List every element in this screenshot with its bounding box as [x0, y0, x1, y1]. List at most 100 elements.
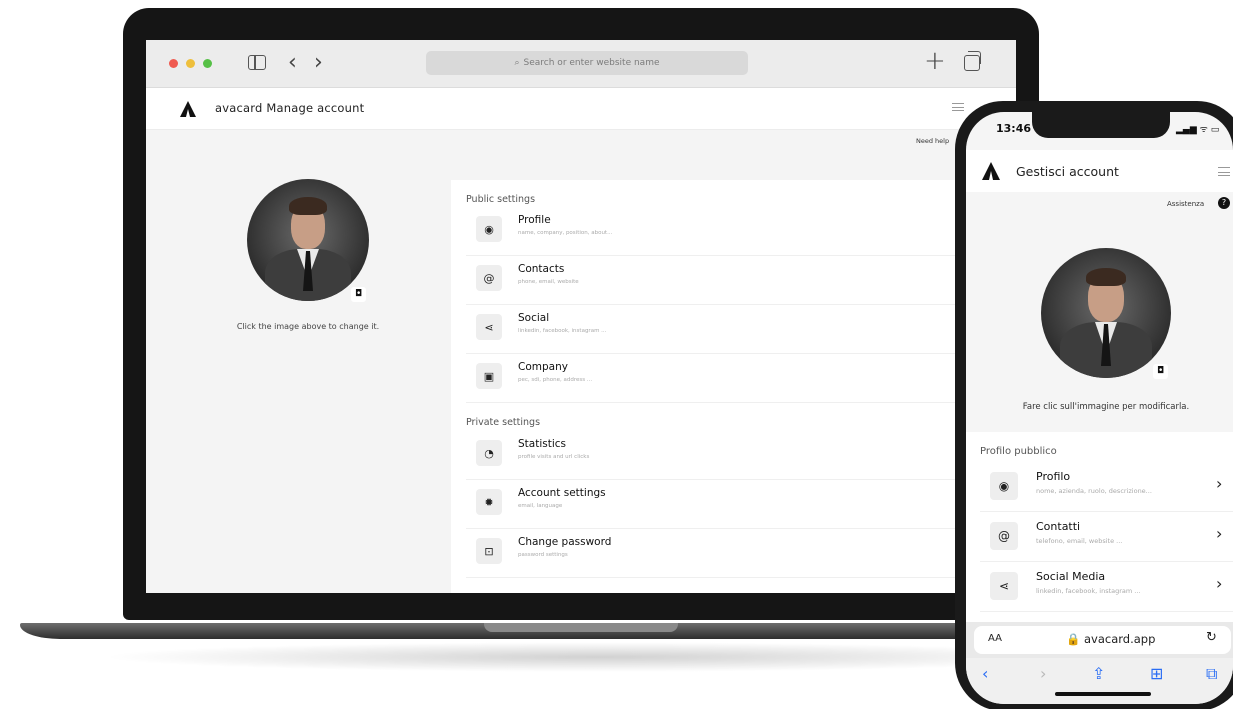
profile-avatar[interactable] — [247, 179, 369, 301]
phone-settings-panel: Profilo pubblico ◉ Profilo nome, azienda… — [966, 432, 1233, 622]
tab-overview-icon[interactable] — [964, 51, 981, 71]
settings-row-account-settings[interactable]: ✹ Account settings email, language › — [466, 481, 1001, 529]
row-title: Change password — [518, 536, 612, 548]
phone-page-title: Gestisci account — [1016, 164, 1119, 179]
settings-row-social-media[interactable]: ⋖ Social Media linkedin, facebook, insta… — [980, 562, 1233, 612]
chevron-right-icon: › — [1216, 474, 1223, 493]
settings-row-contatti[interactable]: @ Contatti telefono, email, website ... … — [980, 512, 1233, 562]
row-subtitle: telefono, email, website ... — [1036, 537, 1123, 545]
back-button[interactable]: ‹ — [288, 50, 297, 75]
maximize-window-button[interactable] — [203, 59, 212, 68]
share-icon: ⋖ — [990, 572, 1018, 600]
row-title: Profilo — [1036, 470, 1071, 483]
help-link[interactable]: Assistenza — [1167, 200, 1204, 208]
at-icon: @ — [476, 265, 502, 291]
tabs-icon[interactable]: ⧉ — [1206, 664, 1217, 684]
user-icon: ◉ — [990, 472, 1018, 500]
row-title: Profile — [518, 214, 551, 226]
camera-glyph: ◘ — [354, 289, 363, 299]
row-subtitle: profile visits and url clicks — [518, 454, 590, 460]
settings-row-statistics[interactable]: ◔ Statistics profile visits and url clic… — [466, 432, 1001, 480]
bookmarks-icon[interactable]: ⊞ — [1150, 664, 1163, 683]
app-header: avacard Manage account — [146, 88, 1016, 130]
settings-row-profile[interactable]: ◉ Profile name, company, position, about… — [466, 208, 1001, 256]
settings-row-change-password[interactable]: ⊡ Change password password settings › — [466, 530, 1001, 578]
avatar-hair — [1086, 268, 1126, 286]
forward-button[interactable]: › — [1040, 664, 1046, 683]
avacard-logo-icon[interactable] — [982, 162, 1000, 180]
laptop-notch — [484, 623, 678, 632]
chart-icon: ◔ — [476, 440, 502, 466]
public-settings-heading: Public settings — [466, 194, 536, 205]
row-subtitle: nome, azienda, ruolo, descrizione... — [1036, 487, 1152, 495]
avatar-hair — [289, 197, 327, 215]
search-icon: ⌕ — [514, 58, 520, 68]
row-title: Contatti — [1036, 520, 1081, 533]
private-settings-heading: Private settings — [466, 417, 541, 428]
minimize-window-button[interactable] — [186, 59, 195, 68]
row-title: Company — [518, 361, 568, 373]
chevron-right-icon: › — [1216, 574, 1223, 593]
row-subtitle: pec, sdi, phone, address ... — [518, 377, 593, 383]
home-indicator — [1055, 692, 1151, 696]
row-subtitle: name, company, position, about... — [518, 230, 613, 236]
public-profile-heading: Profilo pubblico — [980, 446, 1057, 457]
safari-address-bar: AA 🔒 avacard.app ↻ — [966, 622, 1233, 658]
building-icon: ▣ — [476, 363, 502, 389]
change-photo-hint: Click the image above to change it. — [236, 322, 380, 331]
back-button[interactable]: ‹ — [982, 664, 988, 683]
close-window-button[interactable] — [169, 59, 178, 68]
address-bar[interactable]: ⌕ Search or enter website name — [426, 51, 748, 75]
gear-icon: ✹ — [476, 489, 502, 515]
need-help-link[interactable]: Need help — [916, 137, 949, 145]
row-title: Account settings — [518, 487, 606, 499]
camera-glyph: ◘ — [1156, 366, 1165, 376]
menu-icon[interactable] — [952, 103, 964, 111]
address-placeholder: Search or enter website name — [523, 58, 660, 68]
avacard-logo-icon[interactable] — [180, 101, 196, 117]
settings-row-company[interactable]: ▣ Company pec, sdi, phone, address ... › — [466, 355, 1001, 403]
new-tab-button[interactable]: + — [924, 46, 946, 76]
row-title: Statistics — [518, 438, 566, 450]
row-subtitle: phone, email, website — [518, 279, 579, 285]
status-icons: ▂▄▆ ᯤ ▭ — [1176, 125, 1220, 135]
change-photo-camera-icon[interactable]: ◘ — [351, 287, 366, 302]
help-icon[interactable]: ? — [1218, 197, 1230, 209]
share-icon: ⋖ — [476, 314, 502, 340]
settings-panel: Public settings ◉ Profile name, company,… — [451, 180, 1016, 593]
at-icon: @ — [990, 522, 1018, 550]
forward-button[interactable]: › — [314, 50, 323, 75]
row-title: Social Media — [1036, 570, 1106, 583]
url-text: 🔒 avacard.app — [1066, 632, 1156, 646]
share-icon[interactable]: ⇪ — [1092, 664, 1105, 683]
reload-icon[interactable]: ↻ — [1206, 630, 1217, 645]
row-title: Social — [518, 312, 550, 324]
status-time: 13:46 — [996, 122, 1032, 135]
row-subtitle: linkedin, facebook, instagram ... — [1036, 587, 1141, 595]
phone-profile-avatar[interactable] — [1041, 248, 1171, 378]
menu-icon[interactable] — [1218, 167, 1230, 176]
address-field[interactable]: AA 🔒 avacard.app ↻ — [974, 626, 1231, 654]
text-size-button[interactable]: AA — [988, 633, 1002, 644]
settings-row-contacts[interactable]: @ Contacts phone, email, website › — [466, 257, 1001, 305]
row-subtitle: password settings — [518, 552, 568, 558]
stage: ‹ › ⌕ Search or enter website name + ava… — [0, 0, 1233, 709]
laptop-screen: ‹ › ⌕ Search or enter website name + ava… — [146, 40, 1016, 593]
row-title: Contacts — [518, 263, 565, 275]
laptop-shadow — [100, 642, 1100, 672]
phone-app-header: Gestisci account — [966, 150, 1233, 192]
chevron-right-icon: › — [1216, 524, 1223, 543]
lock-icon: ⊡ — [476, 538, 502, 564]
settings-row-social[interactable]: ⋖ Social linkedin, facebook, instagram .… — [466, 306, 1001, 354]
browser-toolbar: ‹ › ⌕ Search or enter website name + — [146, 40, 1016, 88]
change-photo-camera-icon[interactable]: ◘ — [1153, 364, 1168, 379]
row-subtitle: email, language — [518, 503, 563, 509]
phone-notch — [1032, 112, 1170, 138]
sidebar-toggle-icon[interactable] — [248, 55, 266, 70]
settings-row-profilo[interactable]: ◉ Profilo nome, azienda, ruolo, descrizi… — [980, 462, 1233, 512]
safari-toolbar: ‹ › ⇪ ⊞ ⧉ — [966, 658, 1233, 704]
user-icon: ◉ — [476, 216, 502, 242]
phone-screen: 13:46 ▂▄▆ ᯤ ▭ Gestisci account Assistenz… — [966, 112, 1233, 704]
page-title: avacard Manage account — [215, 101, 365, 115]
change-photo-hint: Fare clic sull'immagine per modificarla. — [1022, 402, 1190, 412]
